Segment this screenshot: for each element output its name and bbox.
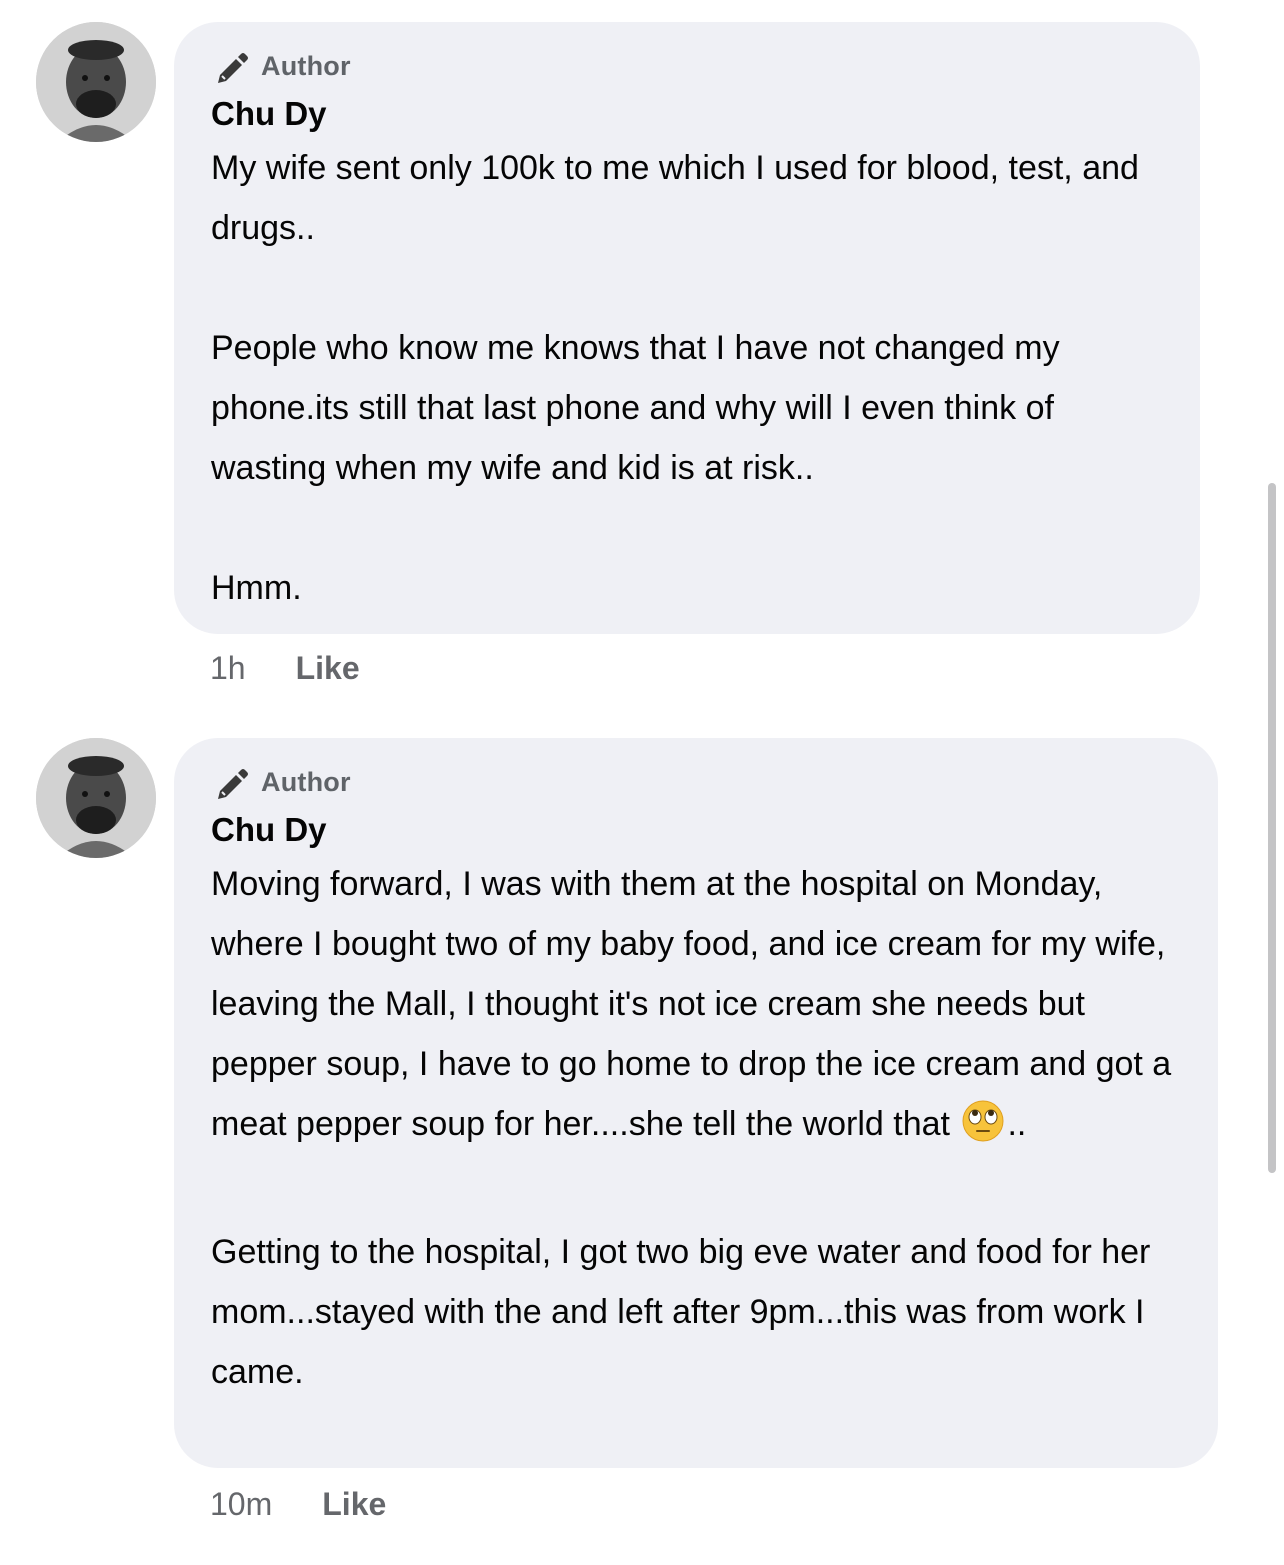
comment-paragraph: Getting to the hospital, I got two big e… xyxy=(211,1233,1151,1391)
comment-paragraph: Hmm. xyxy=(211,569,302,607)
comments-thread: Author Chu Dy My wife sent only 100k to … xyxy=(0,0,1284,1565)
comment-paragraph-tail: .. xyxy=(1007,1105,1027,1143)
avatar[interactable] xyxy=(36,738,156,858)
comment-meta: 1h Like xyxy=(210,650,360,687)
comment-paragraph: People who know me knows that I have not… xyxy=(211,329,1060,487)
comment-text: My wife sent only 100k to me which I use… xyxy=(211,138,1170,618)
comment-bubble: Author Chu Dy Moving forward, I was with… xyxy=(174,738,1218,1468)
badge-label: Author xyxy=(261,50,351,81)
comment-paragraph: My wife sent only 100k to me which I use… xyxy=(211,149,1139,247)
comment-paragraph-text: Moving forward, I was with them at the h… xyxy=(211,865,1172,1143)
author-name[interactable]: Chu Dy xyxy=(211,808,1188,852)
timestamp: 1h xyxy=(210,650,246,686)
comment-text: Moving forward, I was with them at the h… xyxy=(211,854,1188,1402)
avatar[interactable] xyxy=(36,22,156,142)
pencil-icon xyxy=(211,46,251,86)
avatar-image xyxy=(36,738,156,858)
pencil-icon xyxy=(211,762,251,802)
avatar-image xyxy=(36,22,156,142)
comment-bubble: Author Chu Dy My wife sent only 100k to … xyxy=(174,22,1200,634)
scrollbar[interactable] xyxy=(1268,483,1276,1173)
badge-label: Author xyxy=(261,766,351,797)
timestamp: 10m xyxy=(210,1486,273,1522)
eye-roll-emoji-icon xyxy=(961,1099,1005,1162)
comment-paragraph: Moving forward, I was with them at the h… xyxy=(211,854,1188,1162)
comment-meta: 10m Like xyxy=(210,1486,386,1523)
author-badge: Author xyxy=(211,762,1188,802)
author-badge: Author xyxy=(211,46,1170,86)
author-name[interactable]: Chu Dy xyxy=(211,92,1170,136)
like-button[interactable]: Like xyxy=(296,650,360,687)
like-button[interactable]: Like xyxy=(322,1486,386,1523)
